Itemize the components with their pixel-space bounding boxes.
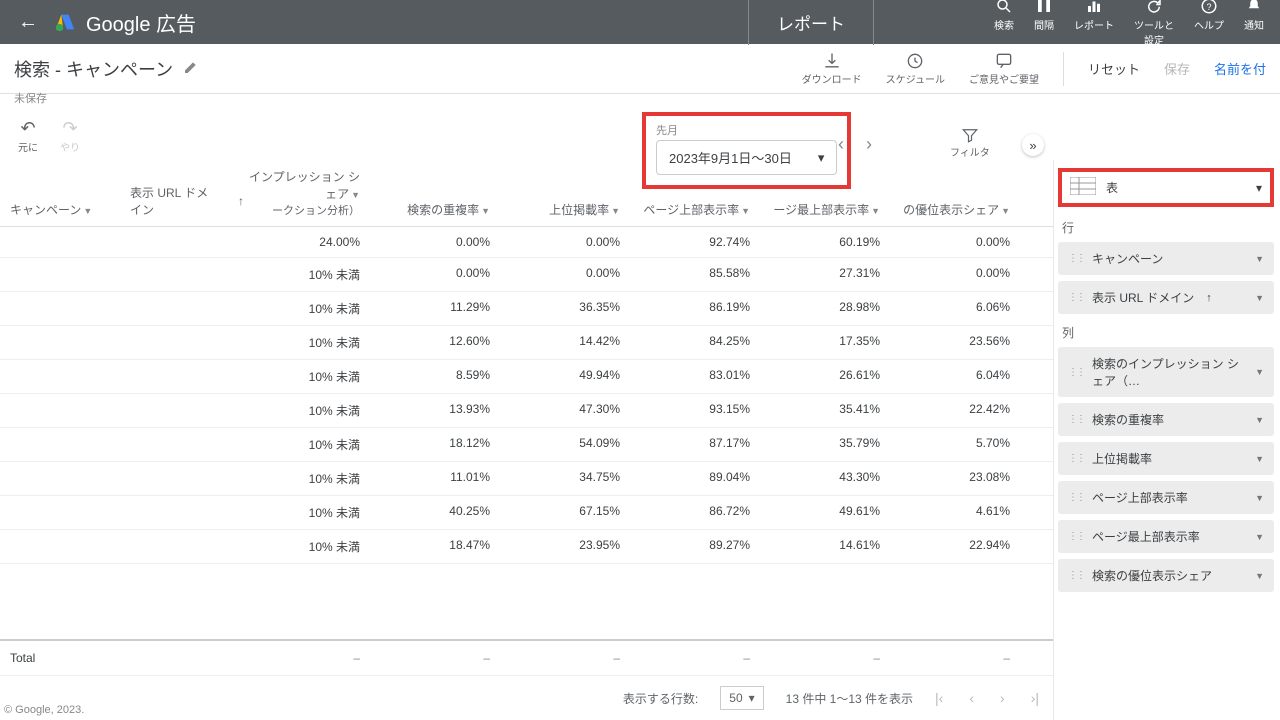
table-row[interactable]: 10% 未満12.60%14.42%84.25%17.35%23.56% xyxy=(0,326,1053,360)
report-tab[interactable]: レポート xyxy=(748,0,874,45)
table-row[interactable]: 10% 未満13.93%47.30%93.15%35.41%22.42% xyxy=(0,394,1053,428)
download-button[interactable]: ダウンロード xyxy=(802,51,862,86)
col-outrank[interactable]: の優位表示シェア▼ xyxy=(890,201,1020,218)
col-chip[interactable]: ⋮⋮検索のインプレッション シェア（…▼ xyxy=(1058,347,1274,397)
rows-section-label: 行 xyxy=(1062,219,1274,236)
row-chip[interactable]: ⋮⋮キャンペーン▼ xyxy=(1058,242,1274,275)
rows-label: 表示する行数: xyxy=(623,690,698,707)
date-next-button[interactable]: › xyxy=(866,134,872,155)
page-prev-button[interactable]: ‹ xyxy=(969,690,974,706)
filter-button[interactable]: フィルタ xyxy=(950,126,990,159)
col-chip[interactable]: ⋮⋮検索の重複率▼ xyxy=(1058,403,1274,436)
chevron-down-icon: ▼ xyxy=(1255,571,1264,581)
grip-icon: ⋮⋮ xyxy=(1068,531,1084,542)
footer-copyright: © Google, 2023. xyxy=(4,704,84,716)
col-overlap[interactable]: 検索の重複率▼ xyxy=(370,201,500,218)
col-domain[interactable]: 表示 URL ドメイン↑ xyxy=(120,184,230,218)
chevron-down-icon: ▼ xyxy=(1255,293,1264,303)
unsaved-label: 未保存 xyxy=(0,90,1280,112)
row-chip[interactable]: ⋮⋮表示 URL ドメイン↑▼ xyxy=(1058,281,1274,314)
sort-asc-icon: ↑ xyxy=(1206,292,1212,304)
grip-icon: ⋮⋮ xyxy=(1068,453,1084,464)
table-row[interactable]: 10% 未満40.25%67.15%86.72%49.61%4.61% xyxy=(0,496,1053,530)
grip-icon: ⋮⋮ xyxy=(1068,367,1084,378)
grip-icon: ⋮⋮ xyxy=(1068,253,1084,264)
back-button[interactable]: ← xyxy=(8,11,48,34)
chevron-down-icon: ▼ xyxy=(1255,493,1264,503)
help-button[interactable]: ?ヘルプ xyxy=(1194,0,1224,47)
pager-summary: 13 件中 1～13 件を表示 xyxy=(786,690,913,707)
page-next-button[interactable]: › xyxy=(1000,690,1005,706)
col-imp-share[interactable]: インプレッション シェア▼ークション分析） xyxy=(230,168,370,218)
tools-button[interactable]: ツールと 設定 xyxy=(1134,0,1174,47)
date-range-highlight: 先月 2023年9月1日～30日 ▾ xyxy=(642,112,851,189)
svg-text:?: ? xyxy=(1206,2,1211,12)
table-row[interactable]: 24.00%0.00%0.00%92.74%60.19%0.00% xyxy=(0,227,1053,258)
total-row: Total – – – – – – xyxy=(0,639,1053,675)
chevron-down-icon: ▼ xyxy=(1255,454,1264,464)
page-first-button[interactable]: |‹ xyxy=(935,690,943,706)
save-as-button[interactable]: 名前を付 xyxy=(1214,59,1266,78)
feedback-button[interactable]: ご意見やご要望 xyxy=(969,51,1039,86)
cols-section-label: 列 xyxy=(1062,324,1274,341)
range-button[interactable]: 間隔 xyxy=(1034,0,1054,47)
chevron-down-icon: ▾ xyxy=(1256,181,1262,195)
table-row[interactable]: 10% 未満11.01%34.75%89.04%43.30%23.08% xyxy=(0,462,1053,496)
save-button[interactable]: 保存 xyxy=(1164,59,1190,78)
viz-type-picker[interactable]: 表 ▾ xyxy=(1058,168,1274,207)
col-chip[interactable]: ⋮⋮検索の優位表示シェア▼ xyxy=(1058,559,1274,592)
col-chip[interactable]: ⋮⋮ページ上部表示率▼ xyxy=(1058,481,1274,514)
rows-per-page-select[interactable]: 50▾ xyxy=(720,686,763,710)
chevron-down-icon: ▼ xyxy=(1255,415,1264,425)
notify-button[interactable]: 通知 xyxy=(1244,0,1264,47)
table-header: キャンペーン▼ 表示 URL ドメイン↑ インプレッション シェア▼ークション分… xyxy=(0,160,1053,227)
page-title: 検索 - キャンペーン xyxy=(14,56,173,82)
grip-icon: ⋮⋮ xyxy=(1068,570,1084,581)
undo-button[interactable]: ↶元に xyxy=(18,118,38,154)
col-campaign[interactable]: キャンペーン▼ xyxy=(0,201,120,218)
table-row[interactable]: 10% 未満0.00%0.00%85.58%27.31%0.00% xyxy=(0,258,1053,292)
edit-title-button[interactable] xyxy=(183,59,199,78)
chevron-down-icon: ▼ xyxy=(1255,532,1264,542)
search-button[interactable]: 検索 xyxy=(994,0,1014,47)
col-chip[interactable]: ⋮⋮上位掲載率▼ xyxy=(1058,442,1274,475)
col-abs-top[interactable]: ージ最上部表示率▼ xyxy=(760,201,890,218)
date-caption: 先月 xyxy=(656,122,837,138)
table-row[interactable]: 10% 未満18.12%54.09%87.17%35.79%5.70% xyxy=(0,428,1053,462)
brand-title: Google 広告 xyxy=(86,8,196,37)
col-top-pos[interactable]: 上位掲載率▼ xyxy=(500,201,630,218)
col-chip[interactable]: ⋮⋮ページ最上部表示率▼ xyxy=(1058,520,1274,553)
table-row[interactable]: 10% 未満18.47%23.95%89.27%14.61%22.94% xyxy=(0,530,1053,564)
grip-icon: ⋮⋮ xyxy=(1068,492,1084,503)
schedule-button[interactable]: スケジュール xyxy=(886,51,945,86)
google-ads-logo-icon xyxy=(54,11,76,33)
expand-panel-button[interactable]: » xyxy=(1022,134,1044,156)
date-range-picker[interactable]: 2023年9月1日～30日 ▾ xyxy=(656,140,837,175)
report-button[interactable]: レポート xyxy=(1074,0,1114,47)
page-last-button[interactable]: ›| xyxy=(1031,690,1039,706)
chevron-down-icon: ▼ xyxy=(1255,254,1264,264)
table-row[interactable]: 10% 未満11.29%36.35%86.19%28.98%6.06% xyxy=(0,292,1053,326)
divider xyxy=(1063,52,1064,86)
grip-icon: ⋮⋮ xyxy=(1068,414,1084,425)
table-icon xyxy=(1070,177,1096,198)
grip-icon: ⋮⋮ xyxy=(1068,292,1084,303)
date-prev-button[interactable]: ‹ xyxy=(838,134,844,155)
chevron-down-icon: ▼ xyxy=(1255,367,1264,377)
reset-button[interactable]: リセット xyxy=(1088,59,1140,78)
col-page-top[interactable]: ページ上部表示率▼ xyxy=(630,201,760,218)
table-row[interactable]: 10% 未満8.59%49.94%83.01%26.61%6.04% xyxy=(0,360,1053,394)
chevron-down-icon: ▾ xyxy=(818,150,825,166)
redo-button[interactable]: ↷やり xyxy=(60,118,80,154)
